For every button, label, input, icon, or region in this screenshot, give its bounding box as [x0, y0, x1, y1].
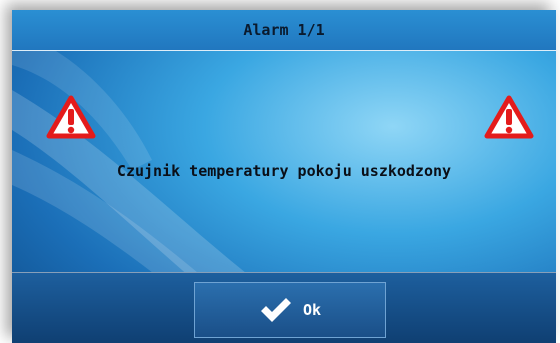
dialog-title: Alarm 1/1	[243, 21, 325, 39]
warning-triangle-icon	[484, 95, 534, 139]
ok-button-label: Ok	[302, 301, 322, 319]
dialog-header: Alarm 1/1	[12, 10, 556, 51]
checkmark-icon	[260, 298, 291, 322]
warning-triangle-icon	[46, 95, 96, 139]
ok-button[interactable]: Ok	[194, 282, 386, 338]
alarm-message: Czujnik temperatury pokoju uszkodzony	[116, 162, 452, 180]
